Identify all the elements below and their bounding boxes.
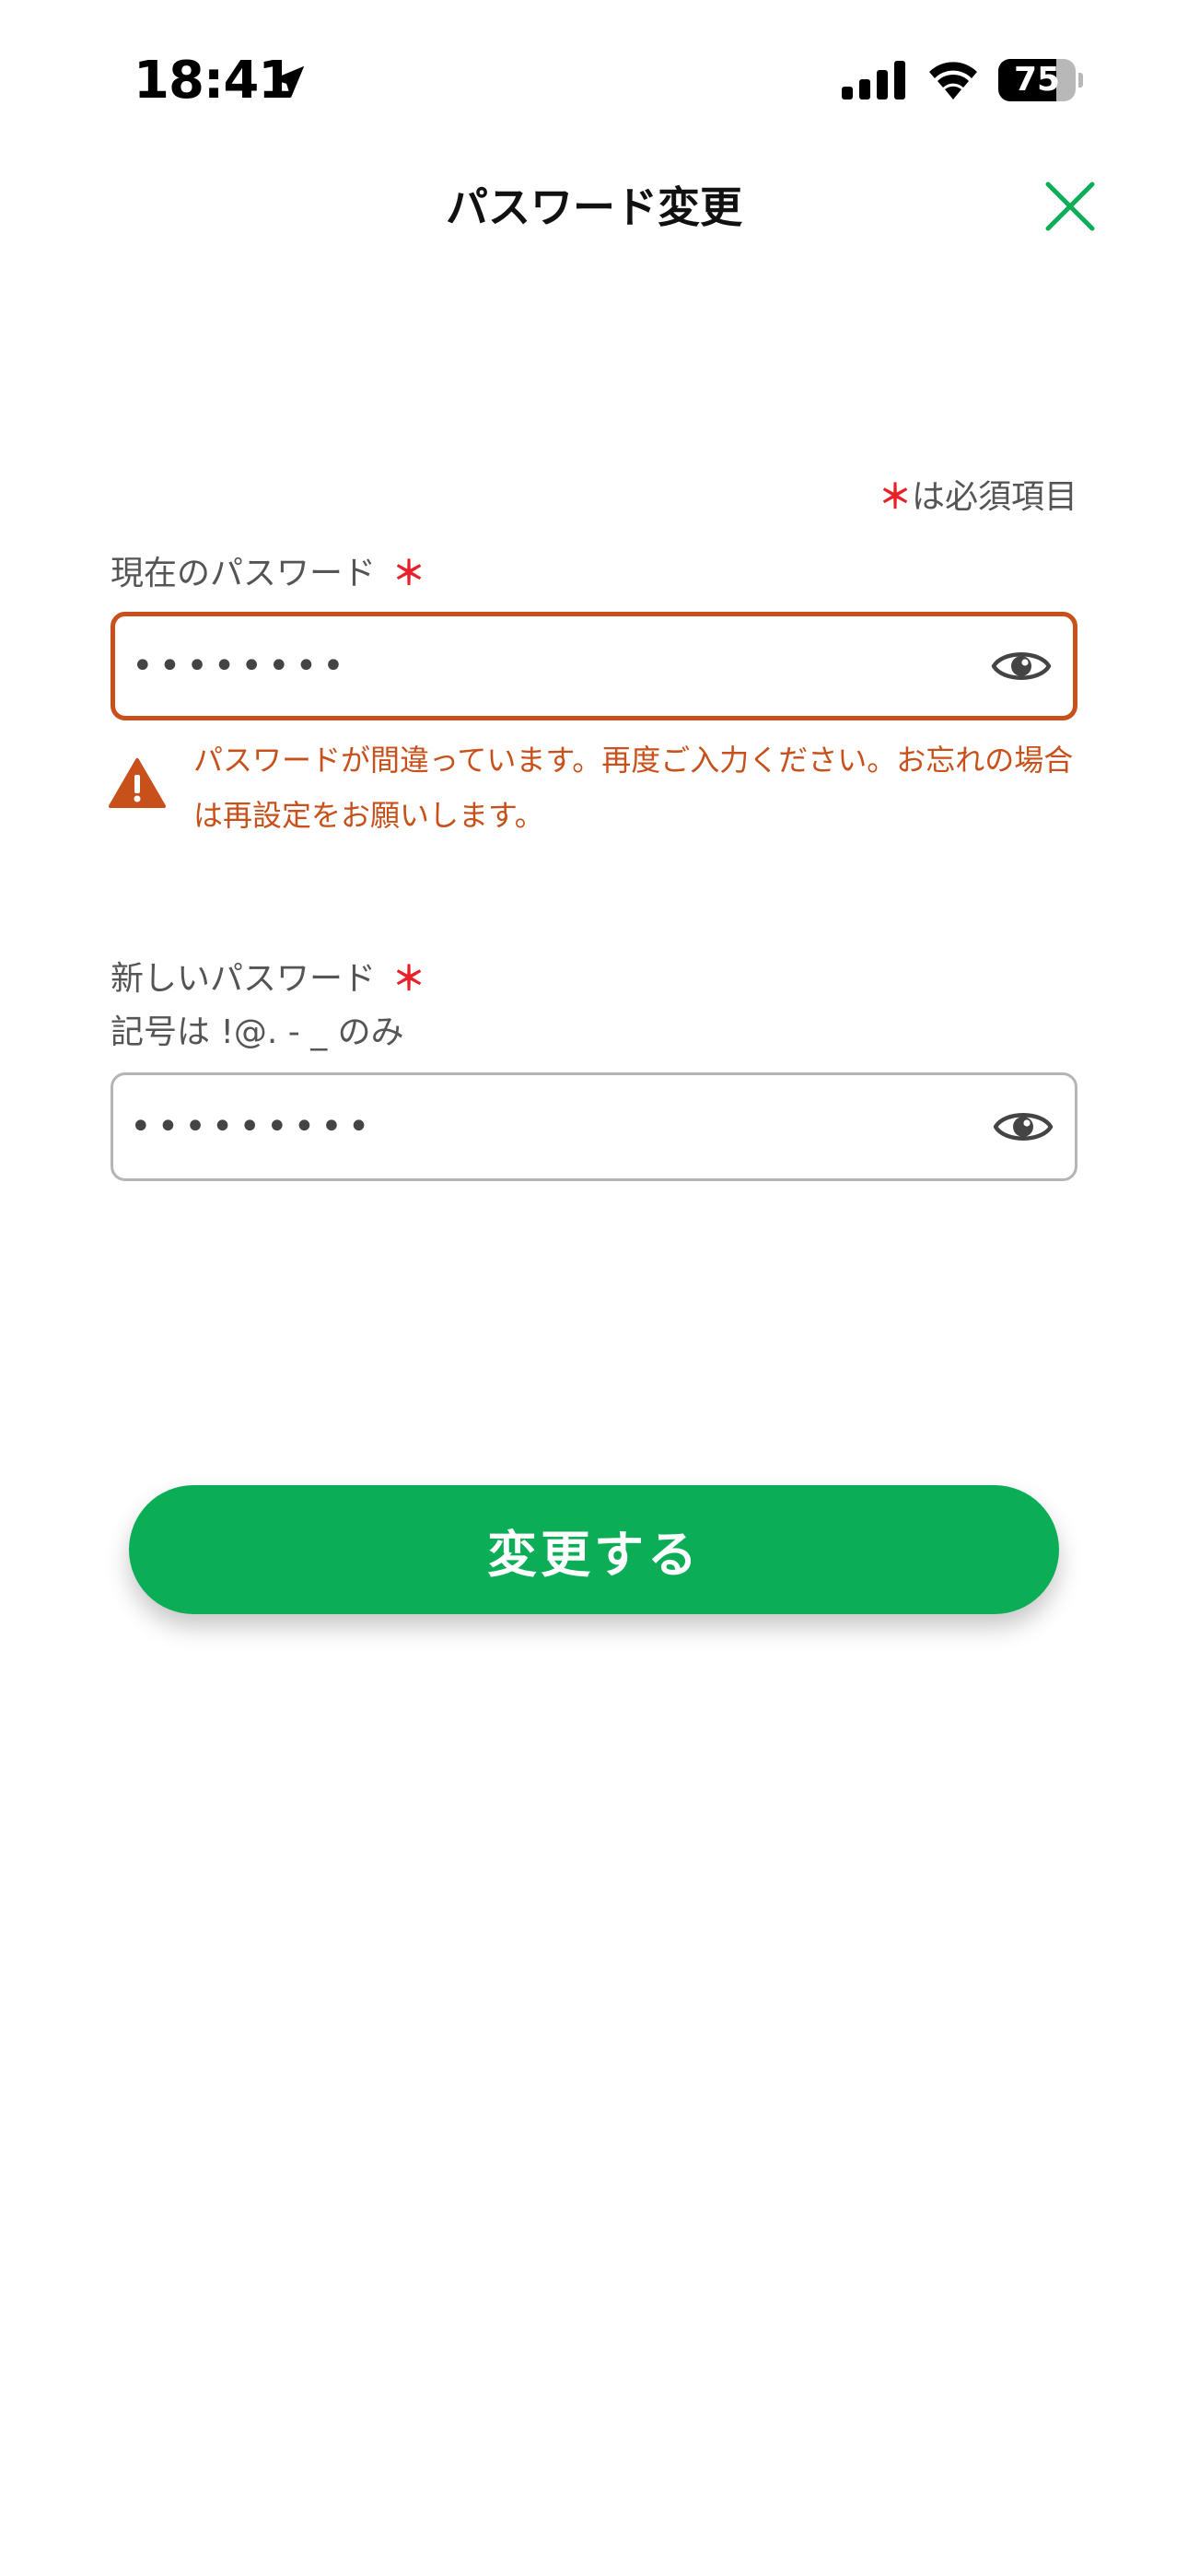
battery-cap	[1078, 73, 1083, 88]
location-arrow-icon	[272, 65, 305, 99]
current-password-label-text: 現在のパスワード	[111, 555, 377, 592]
current-password-field[interactable]	[111, 612, 1077, 720]
new-password-hint: 記号は !@. - _ のみ	[111, 1013, 404, 1051]
required-note-text: は必須項目	[911, 478, 1077, 516]
cellular-signal-icon	[842, 61, 905, 100]
show-password-eye-icon[interactable]	[990, 643, 1053, 689]
current-password-label: 現在のパスワード ＊	[111, 551, 425, 597]
new-password-input[interactable]	[130, 1075, 940, 1178]
new-password-label: 新しいパスワード ＊	[111, 956, 425, 1002]
close-icon[interactable]	[1041, 177, 1100, 236]
show-password-eye-icon[interactable]	[992, 1104, 1054, 1150]
required-asterisk: ＊	[392, 555, 426, 592]
current-password-error-message: パスワードが間違っています。再度ご入力ください。お忘れの場合は再設定をお願いしま…	[193, 743, 1074, 833]
change-password-button[interactable]: 変更する	[129, 1485, 1059, 1614]
status-bar: 18:41 75	[0, 0, 1188, 157]
battery-icon: 75	[998, 59, 1083, 101]
page-title: パスワード変更	[446, 182, 742, 232]
current-password-input[interactable]	[132, 616, 942, 716]
required-note: ＊は必須項目	[879, 474, 1077, 521]
warning-triangle-icon	[109, 758, 166, 808]
new-password-field[interactable]	[111, 1072, 1077, 1181]
wifi-icon	[929, 62, 977, 100]
battery-body: 75	[998, 59, 1076, 101]
battery-level: 75	[1013, 61, 1061, 99]
new-password-label-text: 新しいパスワード	[111, 960, 377, 998]
required-asterisk: ＊	[878, 478, 912, 516]
required-asterisk: ＊	[392, 960, 426, 998]
